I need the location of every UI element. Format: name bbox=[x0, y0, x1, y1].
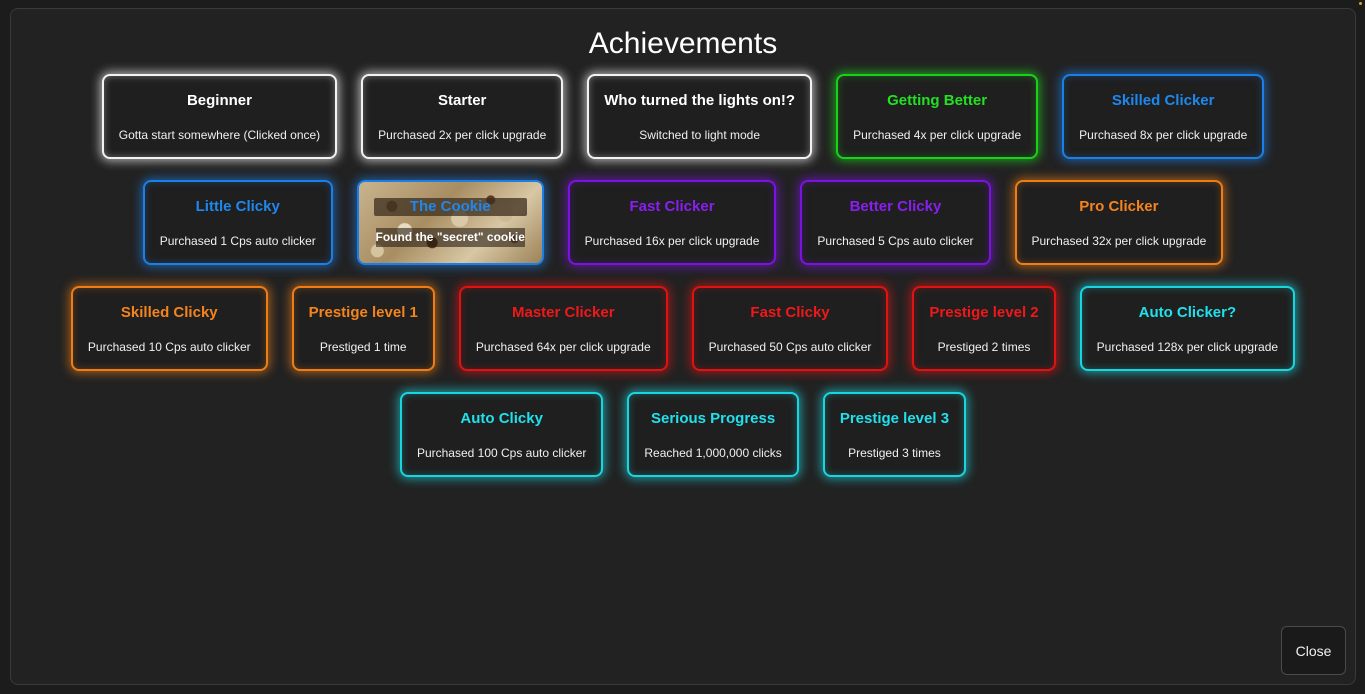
achievements-modal: Achievements Beginner Gotta start somewhe… bbox=[10, 8, 1356, 685]
achievement-name: Serious Progress bbox=[650, 410, 776, 427]
achievement-name: Master Clicker bbox=[511, 304, 615, 321]
close-button[interactable]: Close bbox=[1281, 626, 1346, 675]
achievement-name: Better Clicky bbox=[849, 198, 942, 215]
achievement-description: Prestiged 3 times bbox=[848, 446, 941, 460]
achievement-name: The Cookie bbox=[373, 198, 527, 216]
achievement-name: Who turned the lights on!? bbox=[604, 92, 796, 109]
achievement-description: Purchased 5 Cps auto clicker bbox=[817, 234, 974, 248]
achievement-card: Prestige level 1 Prestiged 1 time bbox=[291, 286, 435, 371]
achievement-name: Little Clicky bbox=[195, 198, 280, 215]
achievement-card: Starter Purchased 2x per click upgrade bbox=[361, 74, 564, 159]
achievement-description: Gotta start somewhere (Clicked once) bbox=[118, 128, 321, 142]
achievement-card: Better Clicky Purchased 5 Cps auto clicke… bbox=[800, 180, 991, 265]
achievement-description: Purchased 64x per click upgrade bbox=[475, 340, 651, 354]
achievement-name: Prestige level 2 bbox=[929, 304, 1039, 321]
achievement-description: Prestiged 2 times bbox=[937, 340, 1031, 354]
achievement-name: Auto Clicker? bbox=[1138, 304, 1237, 321]
achievement-name: Prestige level 1 bbox=[308, 304, 418, 321]
achievement-card: Who turned the lights on!? Switched to li… bbox=[587, 74, 813, 159]
achievement-description: Prestiged 1 time bbox=[319, 340, 407, 354]
achievement-name: Skilled Clicker bbox=[1111, 92, 1215, 109]
achievements-row: Skilled Clicky Purchased 10 Cps auto clic… bbox=[70, 286, 1296, 371]
achievement-card: Fast Clicker Purchased 16x per click upgr… bbox=[567, 180, 777, 265]
achievement-card: The Cookie Found the "secret" cookie bbox=[356, 180, 544, 265]
achievement-description: Purchased 100 Cps auto clicker bbox=[416, 446, 587, 460]
achievement-card: Prestige level 2 Prestiged 2 times bbox=[912, 286, 1056, 371]
achievements-row: Beginner Gotta start somewhere (Clicked o… bbox=[101, 74, 1265, 159]
achievement-card: Auto Clicky Purchased 100 Cps auto clicke… bbox=[399, 392, 604, 477]
achievement-description: Purchased 2x per click upgrade bbox=[378, 128, 547, 142]
achievement-card: Getting Better Purchased 4x per click upg… bbox=[836, 74, 1039, 159]
achievement-description: Purchased 8x per click upgrade bbox=[1079, 128, 1248, 142]
achievement-card: Skilled Clicky Purchased 10 Cps auto clic… bbox=[70, 286, 268, 371]
achievement-card: Pro Clicker Purchased 32x per click upgra… bbox=[1014, 180, 1224, 265]
achievement-description: Switched to light mode bbox=[639, 128, 761, 142]
achievement-description: Purchased 1 Cps auto clicker bbox=[159, 234, 316, 248]
achievement-name: Getting Better bbox=[887, 92, 988, 109]
achievement-description: Purchased 4x per click upgrade bbox=[853, 128, 1022, 142]
achievement-name: Fast Clicky bbox=[750, 304, 830, 321]
achievement-card: Serious Progress Reached 1,000,000 clicks bbox=[627, 392, 799, 477]
achievement-name: Beginner bbox=[186, 92, 252, 109]
achievement-card: Beginner Gotta start somewhere (Clicked o… bbox=[101, 74, 338, 159]
achievement-description: Purchased 16x per click upgrade bbox=[584, 234, 760, 248]
achievement-description: Purchased 32x per click upgrade bbox=[1031, 234, 1207, 248]
modal-title: Achievements bbox=[588, 27, 778, 60]
achievement-description: Purchased 10 Cps auto clicker bbox=[87, 340, 251, 354]
achievement-name: Fast Clicker bbox=[629, 198, 715, 215]
achievements-row: Little Clicky Purchased 1 Cps auto clicke… bbox=[142, 180, 1224, 265]
achievement-description: Reached 1,000,000 clicks bbox=[644, 446, 782, 460]
achievements-grid: Beginner Gotta start somewhere (Clicked o… bbox=[11, 74, 1355, 477]
achievement-card: Master Clicker Purchased 64x per click up… bbox=[458, 286, 668, 371]
achievement-card: Fast Clicky Purchased 50 Cps auto clicker bbox=[691, 286, 889, 371]
achievement-card: Prestige level 3 Prestiged 3 times bbox=[822, 392, 967, 477]
achievements-row: Auto Clicky Purchased 100 Cps auto clicke… bbox=[399, 392, 967, 477]
achievement-description: Purchased 128x per click upgrade bbox=[1096, 340, 1279, 354]
corner-indicator bbox=[1359, 2, 1362, 5]
achievement-description: Found the "secret" cookie bbox=[375, 228, 525, 247]
achievement-card: Skilled Clicker Purchased 8x per click up… bbox=[1062, 74, 1265, 159]
achievement-name: Prestige level 3 bbox=[839, 410, 950, 427]
achievement-name: Starter bbox=[438, 92, 487, 109]
achievement-name: Auto Clicky bbox=[460, 410, 543, 427]
achievement-card: Little Clicky Purchased 1 Cps auto clicke… bbox=[142, 180, 333, 265]
achievement-name: Pro Clicker bbox=[1079, 198, 1159, 215]
achievement-description: Purchased 50 Cps auto clicker bbox=[708, 340, 872, 354]
achievement-card: Auto Clicker? Purchased 128x per click up… bbox=[1079, 286, 1296, 371]
achievement-name: Skilled Clicky bbox=[120, 304, 218, 321]
